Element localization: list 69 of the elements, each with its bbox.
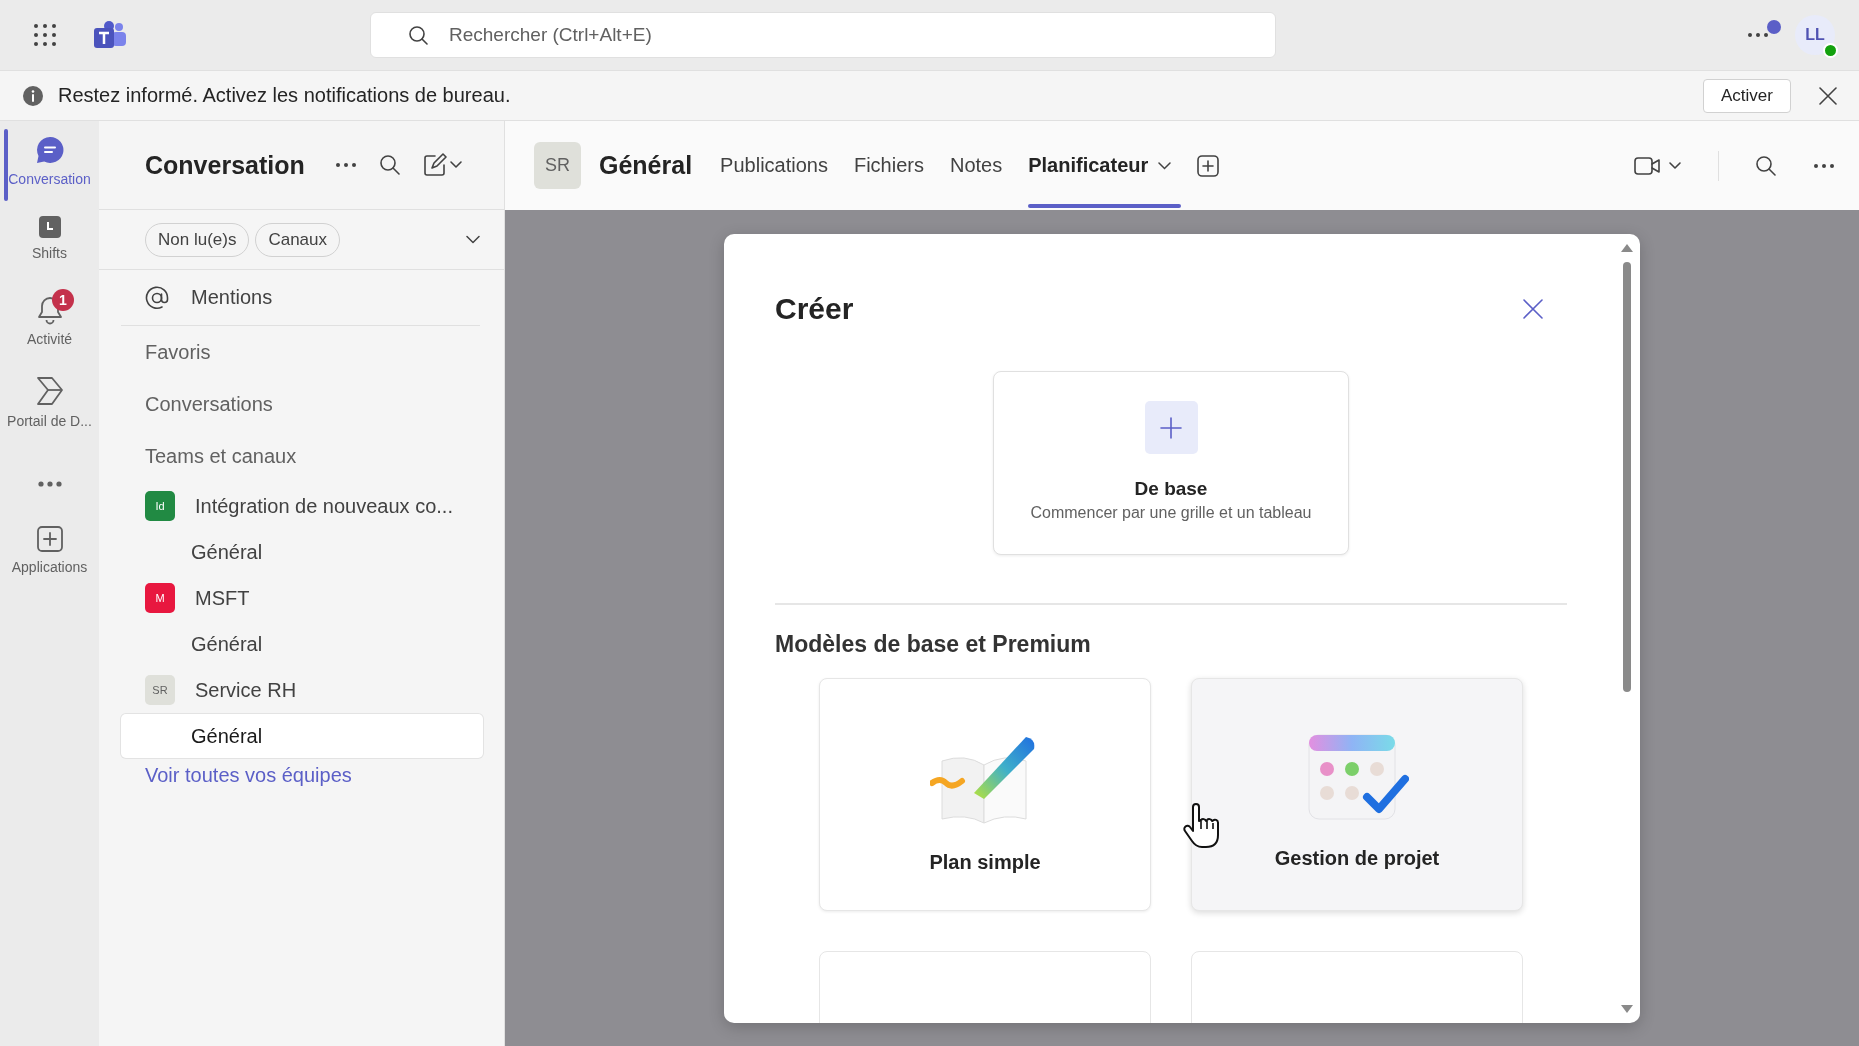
channel-item[interactable]: Général [121, 530, 483, 574]
mentions-item[interactable]: Mentions [121, 270, 480, 326]
more-icon[interactable] [1747, 32, 1769, 38]
filter-chip[interactable]: Non lu(e)s [145, 222, 250, 257]
scroll-up-icon[interactable] [1621, 244, 1633, 252]
scroll-down-icon[interactable] [1621, 1005, 1633, 1013]
close-icon[interactable] [1523, 299, 1543, 319]
add-app-icon [35, 525, 64, 553]
prism-icon [34, 375, 65, 407]
rail-item[interactable]: Applications [0, 519, 99, 599]
rail-item[interactable]: Activité 1 [0, 289, 99, 369]
app-launcher-icon[interactable] [34, 24, 56, 46]
info-icon [22, 84, 44, 107]
filter-chip[interactable]: Canaux [255, 222, 341, 257]
add-tab-icon[interactable] [1197, 154, 1220, 177]
channel-avatar: SR [534, 142, 581, 189]
template-card[interactable]: Plan simple [819, 678, 1151, 911]
channel-tab[interactable]: Notes [949, 121, 1003, 210]
more-icon[interactable] [37, 481, 62, 487]
team-avatar: SR [145, 675, 175, 705]
see-all-teams-link[interactable]: Voir toutes vos équipes [99, 764, 504, 787]
channel-tab[interactable]: Fichiers [853, 121, 924, 210]
team-item[interactable]: SR Service RH [99, 666, 504, 714]
chat-icon [34, 135, 65, 165]
user-avatar[interactable]: LL [1795, 15, 1835, 55]
chevron-down-icon[interactable] [466, 235, 480, 244]
notification-text: Restez informé. Activez les notifications de bureau. [58, 84, 511, 107]
clock-icon [37, 215, 62, 239]
template-card[interactable]: Gestion de projet [1191, 678, 1523, 911]
template-title: Plan simple [929, 851, 1041, 874]
channel-tab[interactable]: Publications [720, 121, 828, 210]
channel-item[interactable]: Général [121, 622, 483, 666]
team-name: Intégration de nouveaux co... [195, 494, 453, 518]
team-name: MSFT [195, 586, 250, 610]
search-icon[interactable] [378, 154, 401, 176]
search-icon[interactable] [1755, 154, 1777, 177]
team-avatar: M [145, 583, 175, 613]
card-description: Commencer par une grille et un tableau [1030, 504, 1312, 522]
close-icon[interactable] [1819, 86, 1837, 105]
rail-item[interactable]: Portail de D... [0, 369, 99, 449]
teams-logo-icon[interactable] [94, 21, 126, 49]
sidebar-title: Conversation [145, 150, 305, 180]
section-header[interactable]: Favoris [99, 326, 504, 378]
search-field[interactable]: Rechercher (Ctrl+Alt+E) [370, 12, 1276, 58]
section-heading: Modèles de base et Premium [775, 631, 1092, 658]
rail-item[interactable]: Conversation [0, 129, 99, 209]
rail-item[interactable]: Shifts [0, 209, 99, 289]
channel-item[interactable]: Général [121, 714, 483, 758]
enable-button[interactable]: Activer [1703, 78, 1791, 113]
plus-icon [1159, 415, 1183, 440]
basic-plan-card[interactable]: De base Commencer par une grille et un tableau [993, 371, 1349, 555]
compose-icon[interactable] [422, 153, 463, 177]
notification-badge: 1 [52, 289, 74, 311]
team-name: Service RH [195, 678, 297, 702]
at-sign-icon [145, 285, 169, 310]
team-item[interactable]: M MSFT [99, 574, 504, 622]
team-avatar: Id [145, 491, 175, 521]
dialog-title: Créer [775, 292, 854, 326]
section-header[interactable]: Conversations [99, 378, 504, 430]
more-icon[interactable] [1813, 162, 1835, 169]
card-title: De base [1134, 478, 1208, 500]
hand-cursor-icon [1181, 803, 1219, 849]
channel-title: Général [599, 151, 693, 180]
template-title: Gestion de projet [1274, 847, 1440, 870]
team-item[interactable]: Id Intégration de nouveaux co... [99, 482, 504, 530]
section-header[interactable]: Teams et canaux [99, 430, 504, 482]
scrollbar-thumb[interactable] [1623, 262, 1631, 692]
more-icon[interactable] [334, 162, 357, 168]
video-call-icon[interactable] [1634, 155, 1682, 176]
